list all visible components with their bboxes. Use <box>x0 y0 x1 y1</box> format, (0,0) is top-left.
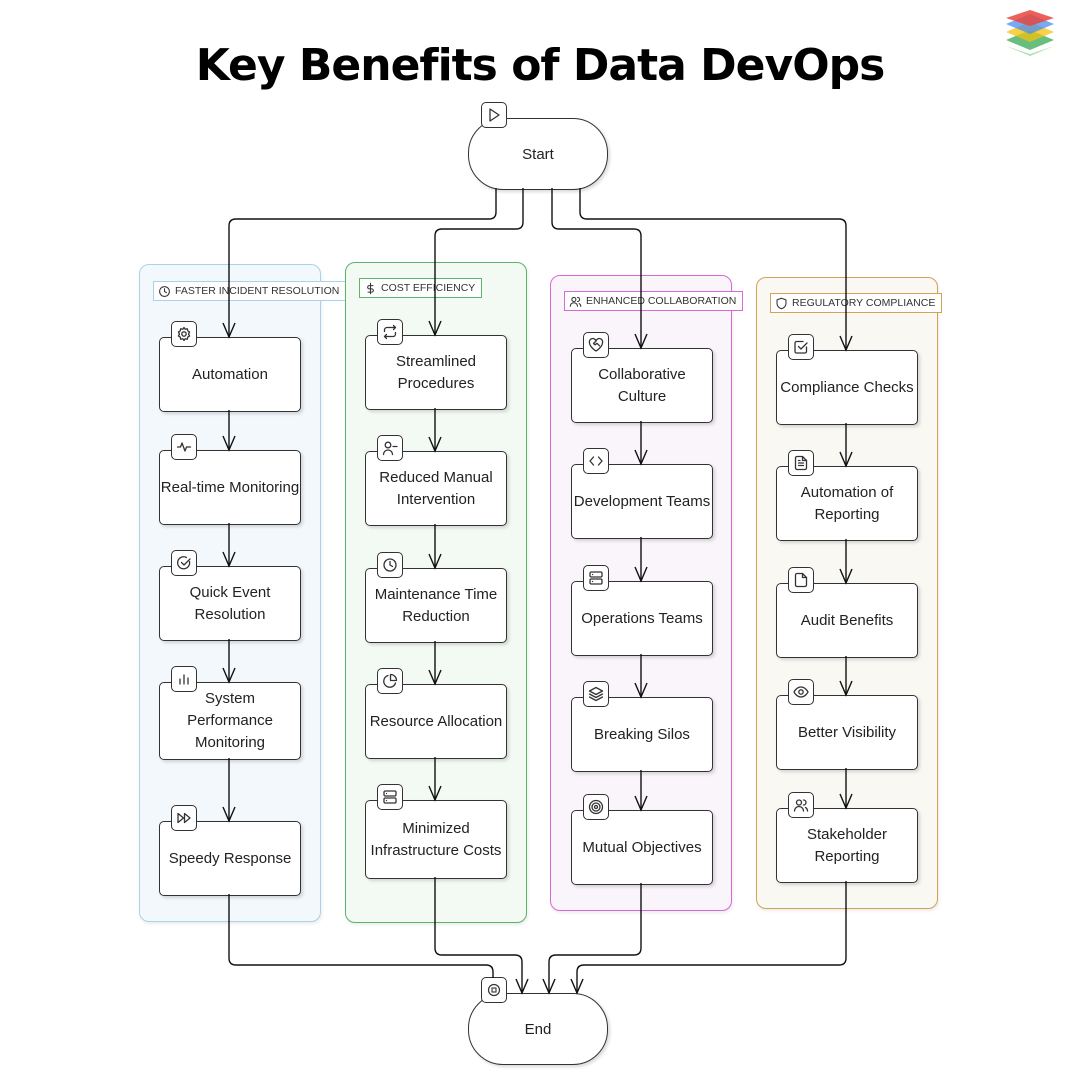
arrowhead <box>570 978 584 995</box>
node-label: System Performance Monitoring <box>187 690 273 751</box>
end-label: End <box>524 1020 552 1038</box>
node-label: Operations Teams <box>581 609 703 627</box>
server-icon <box>377 784 403 810</box>
process-node[interactable]: Maintenance Time Reduction <box>365 568 507 643</box>
process-node[interactable]: Reduced Manual Intervention <box>365 451 507 526</box>
users-icon <box>788 792 814 818</box>
process-node[interactable]: Mutual Objectives <box>571 810 713 885</box>
node-label: Audit Benefits <box>800 611 894 629</box>
node-label: Resource Allocation <box>369 712 503 730</box>
process-node[interactable]: Collaborative Culture <box>571 348 713 423</box>
clock-icon <box>158 285 171 298</box>
start-label: Start <box>522 145 554 163</box>
node-label: Quick Event Resolution <box>189 583 271 623</box>
layers-icon <box>583 681 609 707</box>
lane-label: COST EFFICIENCY <box>359 278 483 298</box>
process-node[interactable]: System Performance Monitoring <box>159 682 301 760</box>
activity-icon <box>171 434 197 460</box>
node-label: Automation <box>192 365 268 383</box>
process-node[interactable]: Audit Benefits <box>776 583 918 658</box>
stop-icon <box>481 977 507 1003</box>
fast-forward-icon <box>171 805 197 831</box>
lane-label-text: FASTER INCIDENT RESOLUTION <box>175 285 340 297</box>
target-icon <box>583 794 609 820</box>
lane-label: REGULATORY COMPLIANCE <box>770 293 943 313</box>
check-square-icon <box>788 334 814 360</box>
lane-label-text: REGULATORY COMPLIANCE <box>792 297 936 309</box>
clock-icon <box>377 552 403 578</box>
process-node[interactable]: Quick Event Resolution <box>159 566 301 641</box>
repeat-icon <box>377 319 403 345</box>
file-icon <box>788 567 814 593</box>
bar-chart-icon <box>171 666 197 692</box>
handshake-heart-icon <box>583 332 609 358</box>
process-node[interactable]: Automation <box>159 337 301 412</box>
process-node[interactable]: Breaking Silos <box>571 697 713 772</box>
arrowhead <box>542 978 556 995</box>
dollar-icon <box>364 282 377 295</box>
code-icon <box>583 448 609 474</box>
lane-label-text: COST EFFICIENCY <box>381 282 476 294</box>
node-label: Minimized Infrastructure Costs <box>370 819 502 859</box>
node-label: Development Teams <box>573 492 711 510</box>
node-label: Better Visibility <box>797 723 897 741</box>
node-label: Automation of Reporting <box>800 483 894 523</box>
node-label: Reduced Manual Intervention <box>379 468 493 508</box>
lane-label-text: ENHANCED COLLABORATION <box>586 295 737 307</box>
node-label: Maintenance Time Reduction <box>374 585 498 625</box>
gear-icon <box>171 321 197 347</box>
process-node[interactable]: Resource Allocation <box>365 684 507 759</box>
end-node[interactable]: End <box>468 993 608 1065</box>
node-label: Compliance Checks <box>780 378 914 396</box>
layers-logo-icon <box>1006 10 1054 56</box>
lane-label: ENHANCED COLLABORATION <box>564 291 744 311</box>
process-node[interactable]: Better Visibility <box>776 695 918 770</box>
node-label: Stakeholder Reporting <box>806 825 888 865</box>
pie-chart-icon <box>377 668 403 694</box>
node-label: Mutual Objectives <box>582 838 702 856</box>
check-circle-icon <box>171 550 197 576</box>
server-icon <box>583 565 609 591</box>
process-node[interactable]: Minimized Infrastructure Costs <box>365 800 507 879</box>
process-node[interactable]: Operations Teams <box>571 581 713 656</box>
play-icon <box>481 102 507 128</box>
page-title: Key Benefits of Data DevOps <box>195 40 886 91</box>
shield-icon <box>775 297 788 310</box>
start-node[interactable]: Start <box>468 118 608 190</box>
process-node[interactable]: Automation of Reporting <box>776 466 918 541</box>
user-minus-icon <box>377 435 403 461</box>
process-node[interactable]: Real-time Monitoring <box>159 450 301 525</box>
process-node[interactable]: Compliance Checks <box>776 350 918 425</box>
node-label: Speedy Response <box>168 849 292 867</box>
lane-label: FASTER INCIDENT RESOLUTION <box>153 281 347 301</box>
users-icon <box>569 295 582 308</box>
node-label: Breaking Silos <box>594 725 690 743</box>
node-label: Real-time Monitoring <box>160 478 300 496</box>
node-label: Collaborative Culture <box>598 365 686 405</box>
process-node[interactable]: Streamlined Procedures <box>365 335 507 410</box>
node-label: Streamlined Procedures <box>395 352 477 392</box>
file-text-icon <box>788 450 814 476</box>
process-node[interactable]: Stakeholder Reporting <box>776 808 918 883</box>
eye-icon <box>788 679 814 705</box>
process-node[interactable]: Speedy Response <box>159 821 301 896</box>
process-node[interactable]: Development Teams <box>571 464 713 539</box>
arrowhead <box>515 978 529 995</box>
